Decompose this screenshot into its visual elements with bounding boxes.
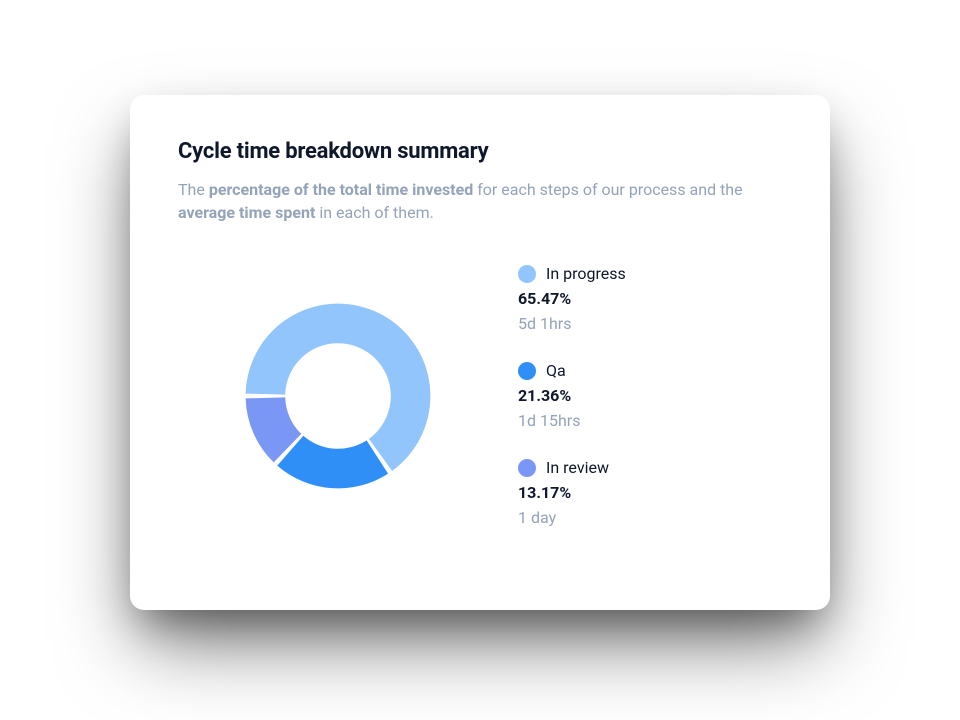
legend-time: 1 day xyxy=(518,508,782,527)
card-subtitle: The percentage of the total time investe… xyxy=(178,178,778,224)
subtitle-text: in each of them. xyxy=(315,203,433,222)
legend: In progress 65.47% 5d 1hrs Qa 21.36% 1d … xyxy=(518,264,782,527)
subtitle-bold: average time spent xyxy=(178,203,315,222)
subtitle-text: The xyxy=(178,180,209,199)
legend-percent: 65.47% xyxy=(518,289,782,308)
donut-slice xyxy=(277,436,388,489)
legend-head: In progress xyxy=(518,264,782,283)
legend-head: Qa xyxy=(518,361,782,380)
legend-item-in-progress: In progress 65.47% 5d 1hrs xyxy=(518,264,782,333)
donut-chart-wrap xyxy=(178,286,498,506)
legend-label: Qa xyxy=(546,361,566,380)
card-title: Cycle time breakdown summary xyxy=(178,139,782,164)
legend-percent: 13.17% xyxy=(518,483,782,502)
legend-time: 1d 15hrs xyxy=(518,411,782,430)
legend-label: In review xyxy=(546,458,609,477)
legend-dot-icon xyxy=(518,362,536,380)
legend-item-in-review: In review 13.17% 1 day xyxy=(518,458,782,527)
donut-chart xyxy=(228,286,448,506)
legend-dot-icon xyxy=(518,459,536,477)
legend-time: 5d 1hrs xyxy=(518,314,782,333)
legend-head: In review xyxy=(518,458,782,477)
subtitle-text: for each steps of our process and the xyxy=(473,180,742,199)
legend-label: In progress xyxy=(546,264,626,283)
summary-card: Cycle time breakdown summary The percent… xyxy=(130,95,830,610)
legend-item-qa: Qa 21.36% 1d 15hrs xyxy=(518,361,782,430)
legend-dot-icon xyxy=(518,265,536,283)
legend-percent: 21.36% xyxy=(518,386,782,405)
subtitle-bold: percentage of the total time invested xyxy=(209,180,473,199)
card-content: In progress 65.47% 5d 1hrs Qa 21.36% 1d … xyxy=(178,264,782,527)
